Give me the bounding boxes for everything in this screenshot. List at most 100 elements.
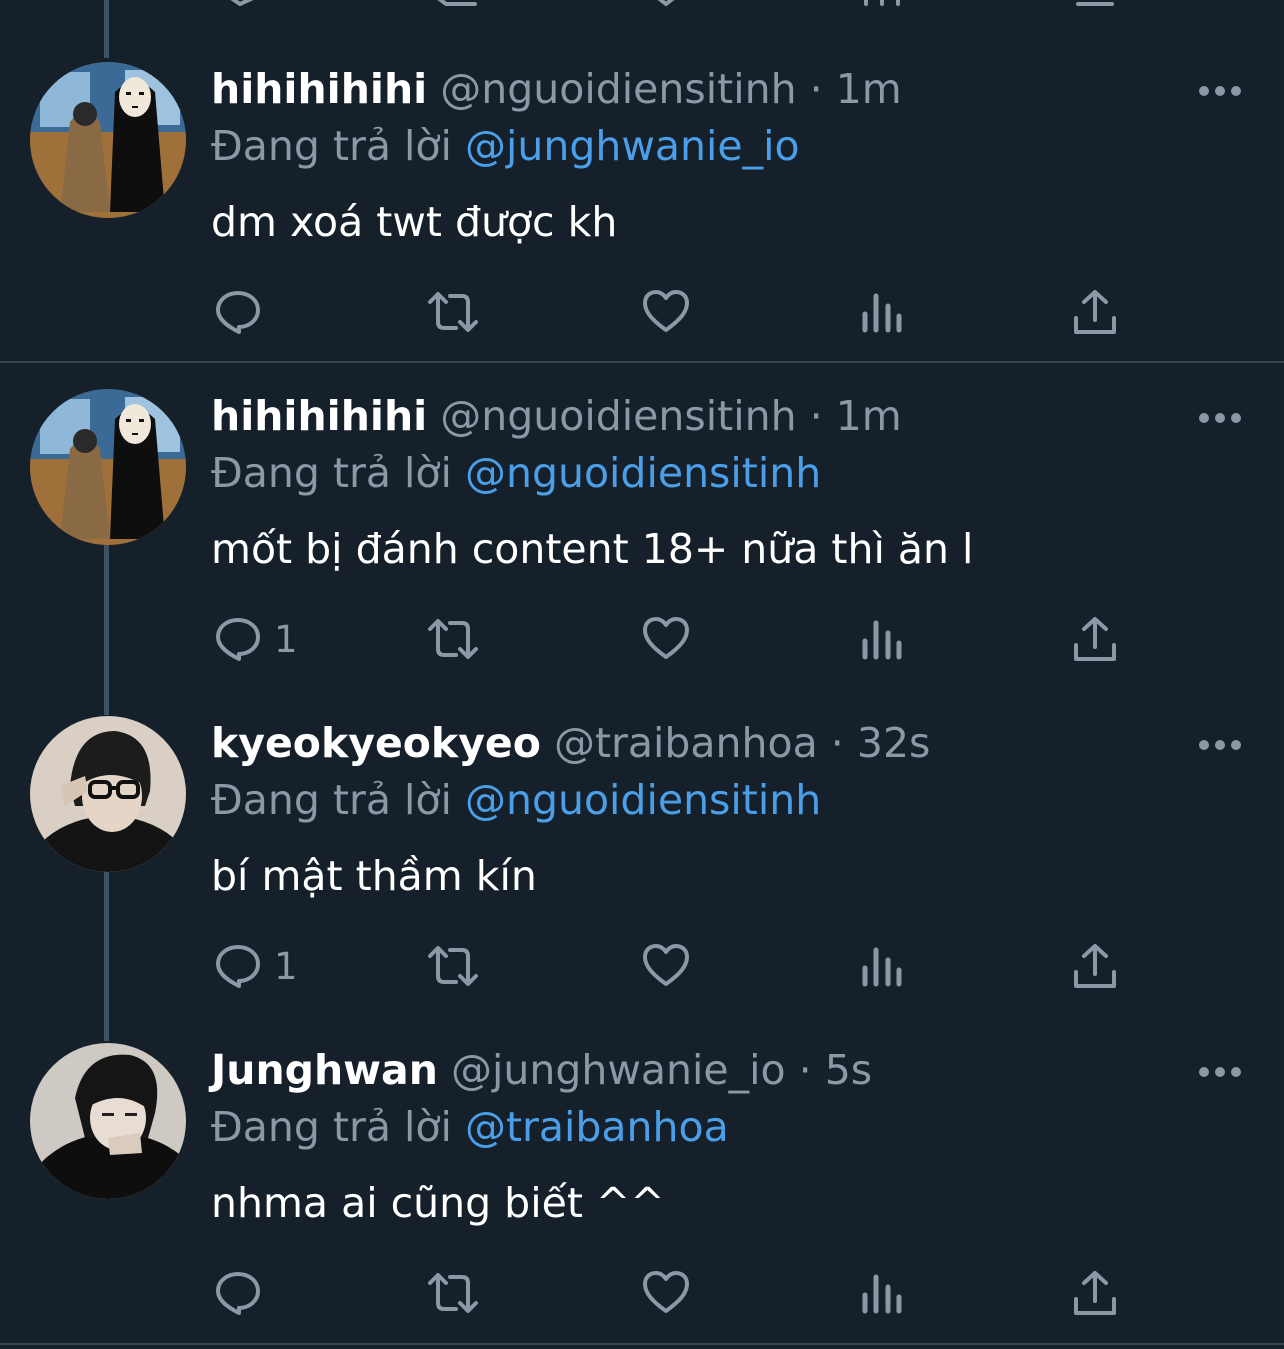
avatar-photo-noface (30, 62, 186, 218)
tweet-header: Junghwan @junghwanie_io · 5s (211, 1050, 872, 1091)
tweet-text: bí mật thầm kín (211, 852, 537, 900)
more-options-icon[interactable] (1198, 80, 1242, 102)
timestamp[interactable]: 1m (836, 392, 902, 440)
avatar[interactable] (30, 1043, 186, 1199)
retweet-icon (426, 288, 480, 336)
analytics-icon (860, 288, 904, 336)
tweet-divider (0, 361, 1284, 363)
avatar-photo-glasses (30, 716, 186, 872)
reply-icon (214, 615, 262, 663)
tweet[interactable]: kyeokyeokyeo @traibanhoa · 32s Đang trả … (0, 716, 1284, 1016)
like-button[interactable] (642, 936, 690, 996)
share-icon (1072, 942, 1118, 990)
tweet-divider (0, 1343, 1284, 1345)
tweet[interactable]: Junghwan @junghwanie_io · 5s Đang trả lờ… (0, 1043, 1284, 1343)
analytics-icon (860, 1269, 904, 1317)
heart-icon (642, 288, 690, 336)
user-handle[interactable]: @nguoidiensitinh (440, 392, 796, 440)
heart-icon (642, 615, 690, 663)
analytics-button[interactable] (860, 282, 904, 342)
reply-count: 1 (274, 944, 298, 988)
avatar[interactable] (30, 716, 186, 872)
tweet-actions (0, 1263, 1284, 1323)
reply-button[interactable] (214, 282, 274, 342)
share-icon (1072, 615, 1118, 663)
more-options-icon[interactable] (1198, 407, 1242, 429)
avatar-photo-dark (30, 1043, 186, 1199)
reply-button[interactable]: 1 (214, 609, 298, 669)
reply-icon (214, 1269, 262, 1317)
reply-icon (214, 288, 262, 336)
share-icon (1072, 1269, 1118, 1317)
analytics-icon (860, 942, 904, 990)
more-options-icon[interactable] (1198, 1061, 1242, 1083)
like-button[interactable] (642, 609, 690, 669)
more-options-icon[interactable] (1198, 734, 1242, 756)
tweet-actions (0, 282, 1284, 342)
display-name[interactable]: hihihihihi (211, 392, 427, 440)
retweet-icon (426, 942, 480, 990)
timestamp[interactable]: 5s (825, 1046, 872, 1094)
reply-context: Đang trả lời @nguoidiensitinh (211, 453, 821, 494)
reply-icon (214, 942, 262, 990)
reply-mention-link[interactable]: @junghwanie_io (465, 122, 800, 170)
tweet-header: hihihihihi @nguoidiensitinh · 1m (211, 396, 902, 437)
user-handle[interactable]: @junghwanie_io (451, 1046, 786, 1094)
analytics-button[interactable] (860, 609, 904, 669)
tweet[interactable]: hihihihihi @nguoidiensitinh · 1m Đang tr… (0, 62, 1284, 362)
avatar-photo-noface (30, 389, 186, 545)
retweet-button[interactable] (426, 936, 480, 996)
reply-button[interactable] (214, 1263, 274, 1323)
previous-tweet-actions (0, 0, 1284, 10)
share-button[interactable] (1072, 936, 1118, 996)
like-button[interactable] (642, 282, 690, 342)
reply-prefix: Đang trả lời (211, 1103, 452, 1151)
analytics-button[interactable] (860, 1263, 904, 1323)
heart-icon (642, 1269, 690, 1317)
tweet-text: mốt bị đánh content 18+ nữa thì ăn l (211, 525, 974, 573)
separator-dot: · (830, 719, 844, 767)
display-name[interactable]: Junghwan (211, 1046, 438, 1094)
reply-context: Đang trả lời @nguoidiensitinh (211, 780, 821, 821)
reply-prefix: Đang trả lời (211, 122, 452, 170)
reply-button[interactable]: 1 (214, 936, 298, 996)
tweet-header: hihihihihi @nguoidiensitinh · 1m (211, 69, 902, 110)
retweet-icon (426, 1269, 480, 1317)
tweet-text: dm xoá twt được kh (211, 198, 618, 246)
tweet-header: kyeokyeokyeo @traibanhoa · 32s (211, 723, 930, 764)
reply-mention-link[interactable]: @nguoidiensitinh (465, 449, 821, 497)
reply-prefix: Đang trả lời (211, 449, 452, 497)
share-button[interactable] (1072, 1263, 1118, 1323)
share-button[interactable] (1072, 609, 1118, 669)
share-button[interactable] (1072, 282, 1118, 342)
timestamp[interactable]: 1m (836, 65, 902, 113)
retweet-button[interactable] (426, 1263, 480, 1323)
heart-icon (642, 942, 690, 990)
like-button[interactable] (642, 1263, 690, 1323)
reply-count: 1 (274, 617, 298, 661)
retweet-icon (426, 615, 480, 663)
tweet-text: nhma ai cũng biết ^^ (211, 1179, 665, 1227)
reply-mention-link[interactable]: @traibanhoa (465, 1103, 729, 1151)
timestamp[interactable]: 32s (857, 719, 931, 767)
avatar[interactable] (30, 389, 186, 545)
tweet-actions: 1 (0, 609, 1284, 669)
separator-dot: · (809, 65, 823, 113)
user-handle[interactable]: @traibanhoa (554, 719, 818, 767)
retweet-button[interactable] (426, 609, 480, 669)
avatar[interactable] (30, 62, 186, 218)
display-name[interactable]: hihihihihi (211, 65, 427, 113)
separator-dot: · (809, 392, 823, 440)
reply-context: Đang trả lời @junghwanie_io (211, 126, 800, 167)
reply-prefix: Đang trả lời (211, 776, 452, 824)
user-handle[interactable]: @nguoidiensitinh (440, 65, 796, 113)
analytics-icon (860, 615, 904, 663)
display-name[interactable]: kyeokyeokyeo (211, 719, 541, 767)
tweet[interactable]: hihihihihi @nguoidiensitinh · 1m Đang tr… (0, 389, 1284, 689)
retweet-button[interactable] (426, 282, 480, 342)
reply-mention-link[interactable]: @nguoidiensitinh (465, 776, 821, 824)
analytics-button[interactable] (860, 936, 904, 996)
separator-dot: · (798, 1046, 812, 1094)
tweet-actions: 1 (0, 936, 1284, 996)
reply-context: Đang trả lời @traibanhoa (211, 1107, 729, 1148)
